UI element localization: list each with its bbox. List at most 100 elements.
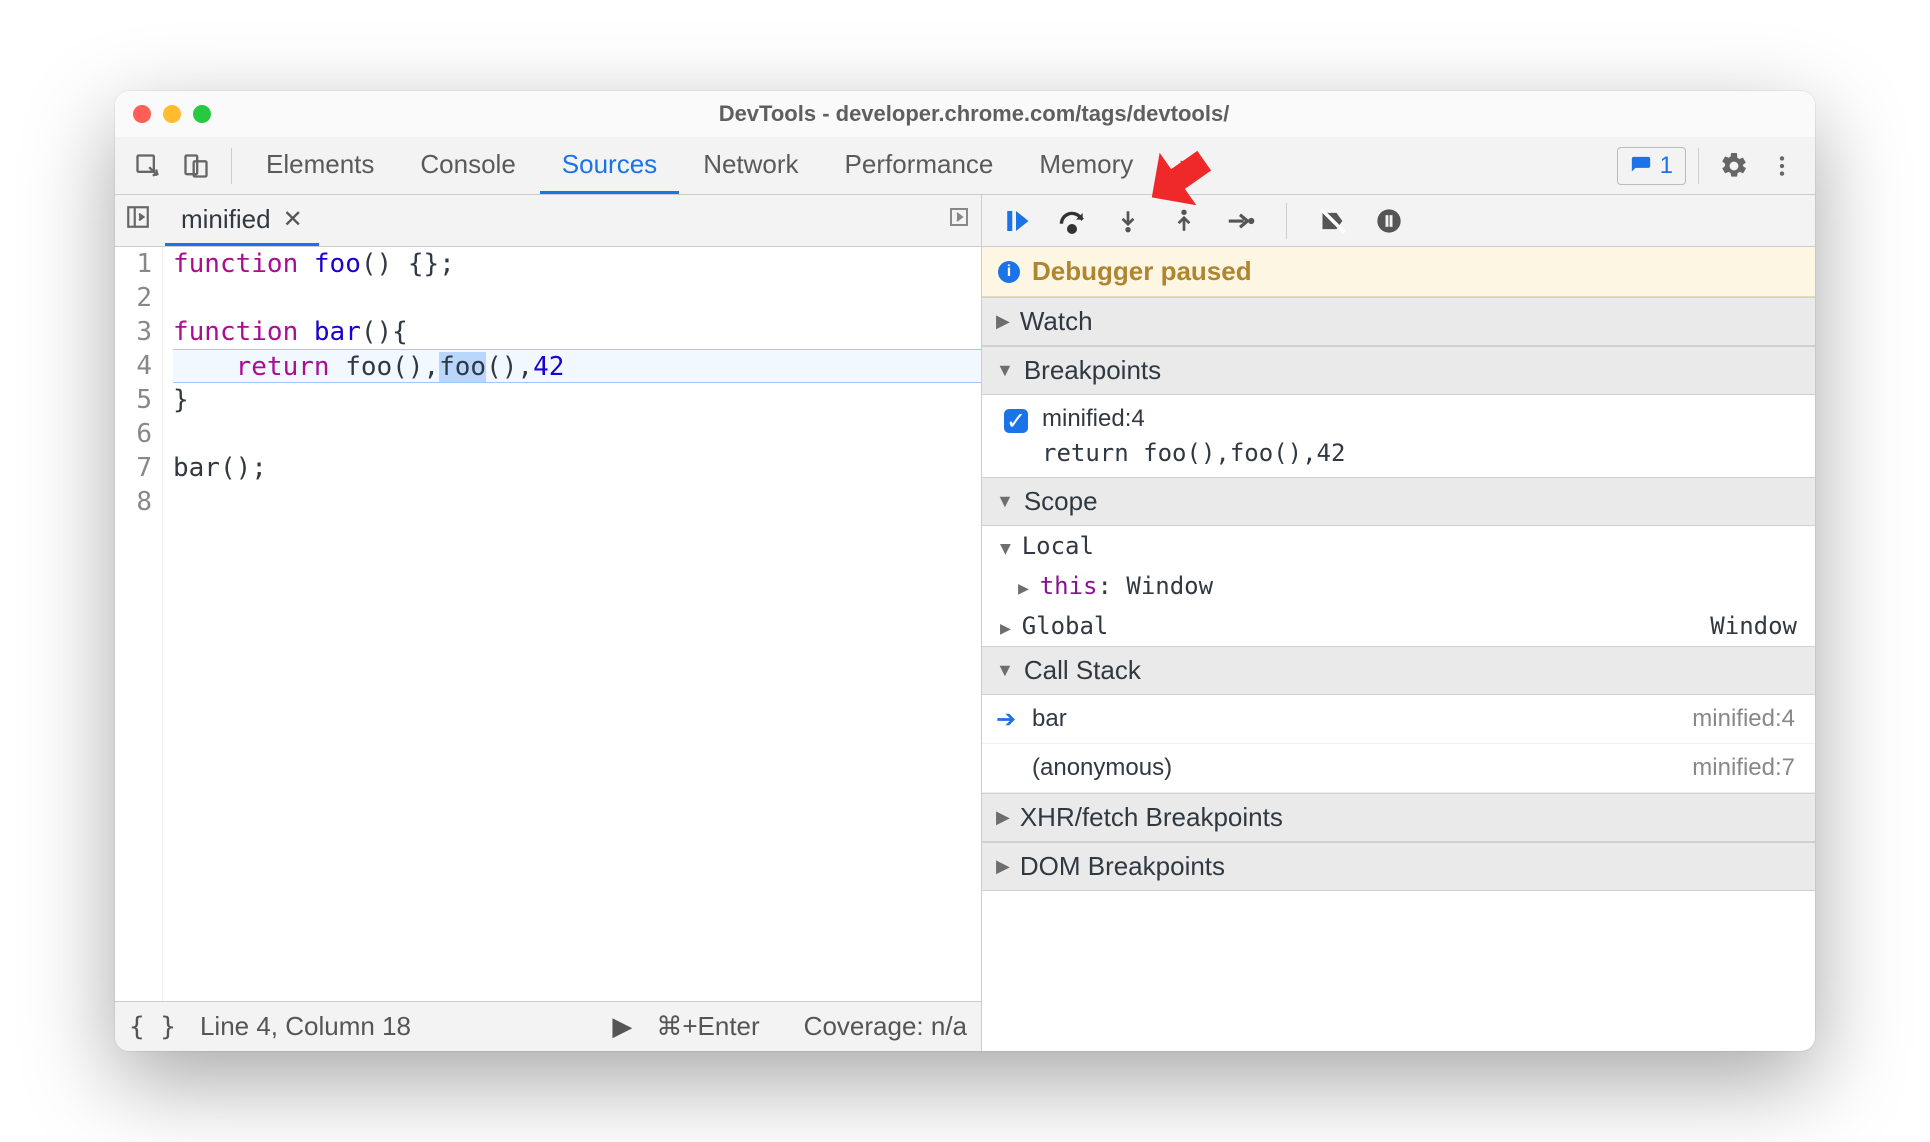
breakpoint-row[interactable]: ✓ minified:4 return foo(),foo(),42 xyxy=(982,395,1815,477)
chevron-right-icon: ▶ xyxy=(996,856,1010,877)
close-window-button[interactable] xyxy=(133,105,151,123)
number: 42 xyxy=(533,352,564,382)
debugger-toolbar xyxy=(982,195,1815,247)
breakpoint-label: minified:4 xyxy=(1042,405,1345,433)
pretty-print-icon[interactable]: { } xyxy=(129,1012,176,1042)
code-text: } xyxy=(173,383,981,417)
dom-breakpoints-section-header[interactable]: ▶ DOM Breakpoints xyxy=(982,842,1815,891)
sources-pane: minified ✕ 1 2 3 4 5 6 7 8 xyxy=(115,195,982,1051)
cursor-position: Line 4, Column 18 xyxy=(200,1011,411,1042)
fn-name: foo xyxy=(314,249,361,279)
tab-sources[interactable]: Sources xyxy=(540,137,679,194)
scope-var: this xyxy=(1040,572,1098,600)
info-icon: i xyxy=(998,261,1020,283)
chevron-down-icon: ▼ xyxy=(1000,538,1022,559)
divider xyxy=(231,148,232,184)
code-text: (){ xyxy=(361,317,408,347)
divider xyxy=(1286,203,1287,239)
resume-button[interactable] xyxy=(996,201,1036,241)
main-tabstrip: Elements Console Sources Network Perform… xyxy=(115,137,1815,195)
section-title: Watch xyxy=(1020,306,1093,337)
xhr-breakpoints-section-header[interactable]: ▶ XHR/fetch Breakpoints xyxy=(982,793,1815,842)
section-title: Scope xyxy=(1024,486,1098,517)
watch-section-header[interactable]: ▶ Watch xyxy=(982,297,1815,346)
tab-console[interactable]: Console xyxy=(398,137,537,194)
code-content[interactable]: function foo() {}; function bar(){ retur… xyxy=(163,247,981,1001)
tab-performance[interactable]: Performance xyxy=(823,137,1016,194)
current-frame-icon: ➔ xyxy=(996,705,1016,734)
tab-memory[interactable]: Memory xyxy=(1017,137,1155,194)
breakpoints-section-header[interactable]: ▼ Breakpoints xyxy=(982,346,1815,395)
scope-name: Local xyxy=(1022,532,1094,560)
keyword: function xyxy=(173,317,298,347)
keyword: function xyxy=(173,249,298,279)
navigator-toggle-icon[interactable] xyxy=(125,204,165,237)
chevron-right-icon: ▶ xyxy=(1018,578,1040,599)
scope-name: Global xyxy=(1022,612,1109,640)
chevron-right-icon: ▶ xyxy=(996,311,1010,332)
file-tab-bar: minified ✕ xyxy=(115,195,981,247)
callstack-frame[interactable]: (anonymous) minified:7 xyxy=(982,744,1815,793)
scope-global-row[interactable]: ▶ Global Window xyxy=(982,606,1815,646)
more-tabs-icon[interactable] xyxy=(947,205,971,236)
issues-icon xyxy=(1630,155,1652,177)
callstack-section-header[interactable]: ▼ Call Stack xyxy=(982,646,1815,695)
scope-local-row[interactable]: ▼ Local xyxy=(982,526,1815,566)
scope-this-row[interactable]: ▶ this: Window xyxy=(982,566,1815,606)
device-toolbar-icon[interactable] xyxy=(173,143,219,189)
chevron-right-icon: ▶ xyxy=(996,807,1010,828)
code-text: bar(); xyxy=(173,451,981,485)
scope-section-header[interactable]: ▼ Scope xyxy=(982,477,1815,526)
chevron-down-icon: ▼ xyxy=(996,660,1014,681)
kebab-menu-icon[interactable] xyxy=(1759,143,1805,189)
section-title: XHR/fetch Breakpoints xyxy=(1020,802,1283,833)
file-tab-minified[interactable]: minified ✕ xyxy=(165,195,319,246)
callstack-frame[interactable]: ➔ bar minified:4 xyxy=(982,695,1815,744)
issues-badge[interactable]: 1 xyxy=(1617,147,1686,185)
chevron-down-icon: ▼ xyxy=(996,491,1014,512)
tab-elements[interactable]: Elements xyxy=(244,137,396,194)
coverage-status: Coverage: n/a xyxy=(804,1011,967,1042)
line-number: 3 xyxy=(115,315,152,349)
file-tab-name: minified xyxy=(181,204,271,235)
frame-name: (anonymous) xyxy=(1032,754,1172,782)
close-icon[interactable]: ✕ xyxy=(283,205,303,234)
scope-value: Window xyxy=(1710,612,1797,640)
breakpoint-checkbox[interactable]: ✓ xyxy=(1004,409,1028,433)
line-number: 7 xyxy=(115,451,152,485)
debugger-pane: i Debugger paused ▶ Watch ▼ Breakpoints … xyxy=(982,195,1815,1051)
step-button[interactable] xyxy=(1220,201,1260,241)
step-over-button[interactable] xyxy=(1052,201,1092,241)
breakpoint-code: return foo(),foo(),42 xyxy=(1042,439,1345,467)
tab-more[interactable]: » xyxy=(1157,137,1215,194)
settings-icon[interactable] xyxy=(1711,143,1757,189)
step-out-button[interactable] xyxy=(1164,201,1204,241)
editor-statusbar: { } Line 4, Column 18 ▶ ⌘+Enter Coverage… xyxy=(115,1001,981,1051)
line-number: 5 xyxy=(115,383,152,417)
code-text: (), xyxy=(486,352,533,382)
scope-value: : Window xyxy=(1097,572,1213,600)
run-hint: ⌘+Enter xyxy=(656,1011,759,1042)
keyword: return xyxy=(236,352,330,382)
section-title: Call Stack xyxy=(1024,655,1141,686)
fn-name: bar xyxy=(314,317,361,347)
inspect-element-icon[interactable] xyxy=(125,143,171,189)
line-number: 1 xyxy=(115,247,152,281)
window-title: DevTools - developer.chrome.com/tags/dev… xyxy=(151,101,1797,127)
step-into-button[interactable] xyxy=(1108,201,1148,241)
chevron-right-icon: ▶ xyxy=(1000,618,1022,639)
run-snippet-icon[interactable]: ▶ xyxy=(612,1011,632,1042)
section-title: Breakpoints xyxy=(1024,355,1161,386)
code-editor[interactable]: 1 2 3 4 5 6 7 8 function foo() {}; funct… xyxy=(115,247,981,1001)
deactivate-breakpoints-button[interactable] xyxy=(1313,201,1353,241)
highlighted-token: foo xyxy=(439,352,486,382)
line-number: 6 xyxy=(115,417,152,451)
debugger-status-banner: i Debugger paused xyxy=(982,247,1815,297)
pause-on-exceptions-button[interactable] xyxy=(1369,201,1409,241)
devtools-window: DevTools - developer.chrome.com/tags/dev… xyxy=(115,91,1815,1051)
line-gutter: 1 2 3 4 5 6 7 8 xyxy=(115,247,163,1001)
divider xyxy=(1698,148,1699,184)
section-title: DOM Breakpoints xyxy=(1020,851,1225,882)
chevron-down-icon: ▼ xyxy=(996,360,1014,381)
tab-network[interactable]: Network xyxy=(681,137,820,194)
